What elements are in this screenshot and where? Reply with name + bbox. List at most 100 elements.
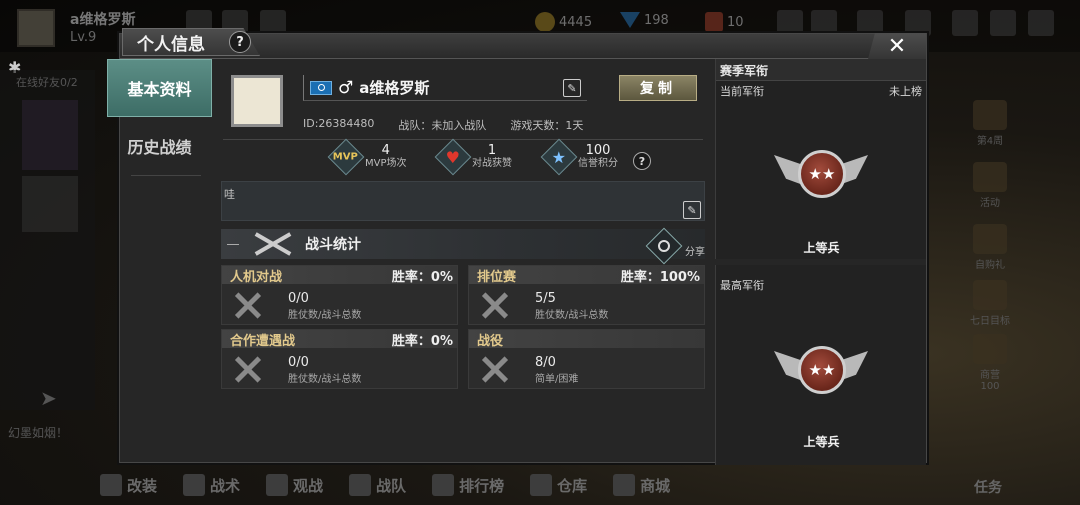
- task-button[interactable]: 任务: [974, 477, 1002, 497]
- nav-leaderboard[interactable]: 排行榜: [432, 474, 504, 496]
- profile-name: a维格罗斯: [359, 79, 430, 97]
- player-name: a维格罗斯: [70, 12, 136, 28]
- camp-icon: [973, 334, 1007, 364]
- shop-icon: [613, 474, 636, 496]
- friends-panel: 在线好友0/2 ➤: [0, 70, 95, 410]
- gift-icon: [973, 224, 1007, 254]
- nav-warehouse[interactable]: 仓库: [530, 474, 587, 496]
- copy-button[interactable]: 复制: [619, 75, 697, 101]
- mode-value: 0/0: [288, 355, 309, 370]
- leaderboard-status: 未上榜: [889, 85, 922, 98]
- chat-preview[interactable]: 幻墨如烟！: [8, 424, 68, 441]
- mode-title: 排位赛: [477, 269, 517, 285]
- shield-icon: [349, 474, 372, 496]
- mode-card-pve: 人机对战 胜率：0% 0/0 胜仗数/战斗总数: [221, 265, 458, 325]
- mode-card-coop: 合作遭遇战 胜率：0% 0/0 胜仗数/战斗总数: [221, 329, 458, 389]
- mode-value: 5/5: [535, 291, 556, 306]
- camp-event[interactable]: 商营 100: [970, 334, 1010, 392]
- crossed-rifles-icon: [249, 230, 297, 258]
- coin-counter: 4445: [535, 12, 592, 32]
- seven-day-goal[interactable]: 七日目标: [970, 280, 1010, 327]
- tab-history[interactable]: 历史战绩: [107, 117, 212, 175]
- mode-caption: 胜仗数/战斗总数: [288, 310, 362, 321]
- likes-stat: ♥ 1 对战获赞: [434, 138, 512, 176]
- news-icon[interactable]: [990, 10, 1016, 36]
- gem-icon: [620, 12, 640, 28]
- skull-icon: [183, 474, 206, 496]
- profile-nav: 基本资料 历史战绩: [107, 59, 212, 463]
- heart-icon: ♥: [434, 138, 472, 176]
- medal-counter: 10: [705, 12, 744, 32]
- friend-card[interactable]: [22, 100, 78, 170]
- coin-icon: [535, 12, 555, 32]
- mode-win-rate: 胜率：0%: [391, 333, 453, 349]
- right-sidebar: 第4周 活动 自购礼 七日目标 商营 100: [930, 90, 1080, 470]
- mode-title: 合作遭遇战: [230, 333, 296, 349]
- profile-avatar[interactable]: [231, 75, 283, 127]
- stats-row: MVP 4 MVP场次 ♥ 1 对战获赞 ★ 100 信誉积分 ?: [213, 138, 713, 178]
- bottom-nav: 改装 战术 观战 战队 排行榜 仓库 商城: [0, 465, 1080, 505]
- credit-label: 信誉积分: [578, 158, 618, 169]
- battle-stats-header: 战斗统计 分享: [221, 227, 705, 265]
- share-button[interactable]: 分享: [645, 227, 705, 265]
- crossed-swords-icon: [232, 290, 262, 320]
- player-id: ID:26384480: [303, 117, 375, 130]
- edit-name-icon[interactable]: ✎: [563, 79, 581, 97]
- mode-win-rate: 胜率：0%: [391, 269, 453, 285]
- close-button[interactable]: ✕: [868, 33, 926, 59]
- nav-divider: [131, 175, 201, 176]
- credit-count: 100: [585, 143, 611, 158]
- share-label: 分享: [685, 247, 705, 258]
- mode-caption: 简单/困难: [535, 374, 579, 385]
- likes-label: 对战获赞: [472, 158, 512, 169]
- expand-arrow-icon[interactable]: ➤: [40, 386, 70, 410]
- purchase-gift[interactable]: 自购礼: [970, 224, 1010, 271]
- edit-signature-icon[interactable]: ✎: [683, 201, 701, 219]
- share-icon: [645, 227, 683, 265]
- tab-basic-info[interactable]: 基本资料: [107, 59, 212, 117]
- weekly-event[interactable]: 第4周: [970, 100, 1010, 147]
- season-rank-panel: 赛季军衔 当前军衔 未上榜 ★★ 上等兵 最高军衔 ★★ 上等兵: [715, 59, 926, 465]
- mode-card-campaign: 战役 8/0 简单/困难: [468, 329, 705, 389]
- mvp-stat: MVP 4 MVP场次: [327, 138, 407, 176]
- activity-icon: [973, 162, 1007, 192]
- highest-rank-label: 最高军衔: [720, 279, 764, 292]
- nav-spectate[interactable]: 观战: [266, 474, 323, 496]
- friend-card[interactable]: [22, 176, 78, 232]
- name-row: ♂ a维格罗斯: [303, 75, 587, 101]
- nav-tactics[interactable]: 战术: [183, 474, 240, 496]
- divider: [223, 139, 703, 140]
- star-icon: ★: [540, 138, 578, 176]
- mode-value: 8/0: [535, 355, 556, 370]
- bag-icon[interactable]: [1028, 10, 1054, 36]
- book-icon[interactable]: [952, 10, 978, 36]
- mvp-count: 4: [381, 143, 390, 158]
- gem-counter: 198: [620, 12, 669, 28]
- play-days: 游戏天数：1天: [510, 119, 584, 132]
- weekly-icon: [973, 100, 1007, 130]
- wrench-icon: [100, 474, 122, 496]
- current-rank-section: 赛季军衔 当前军衔 未上榜 ★★ 上等兵: [715, 59, 926, 259]
- crossed-swords-icon: [479, 290, 509, 320]
- team-status: 战队：未加入战队: [398, 119, 487, 132]
- nav-shop[interactable]: 商城: [613, 474, 670, 496]
- highest-rank-section: 最高军衔 ★★ 上等兵: [715, 265, 926, 465]
- signature-box[interactable]: 哇 ✎: [221, 181, 705, 221]
- rank-emblem-icon: ★★: [774, 145, 868, 215]
- mode-card-ranked: 排位赛 胜率：100% 5/5 胜仗数/战斗总数: [468, 265, 705, 325]
- nav-modify[interactable]: 改装: [100, 474, 157, 496]
- medal-icon: [705, 12, 723, 32]
- credit-help-icon[interactable]: ?: [633, 152, 651, 170]
- mode-win-rate: 胜率：100%: [620, 269, 700, 285]
- warehouse-icon: [530, 474, 553, 496]
- help-icon[interactable]: ?: [229, 31, 251, 53]
- male-icon: ♂: [338, 77, 354, 98]
- mode-value: 0/0: [288, 291, 309, 306]
- mode-caption: 胜仗数/战斗总数: [288, 374, 362, 385]
- activity-event[interactable]: 活动: [970, 162, 1010, 209]
- player-avatar[interactable]: [17, 9, 55, 47]
- mvp-label: MVP场次: [365, 158, 407, 169]
- rank-emblem-icon: ★★: [774, 341, 868, 411]
- mode-title: 战役: [477, 333, 504, 349]
- nav-team[interactable]: 战队: [349, 474, 406, 496]
